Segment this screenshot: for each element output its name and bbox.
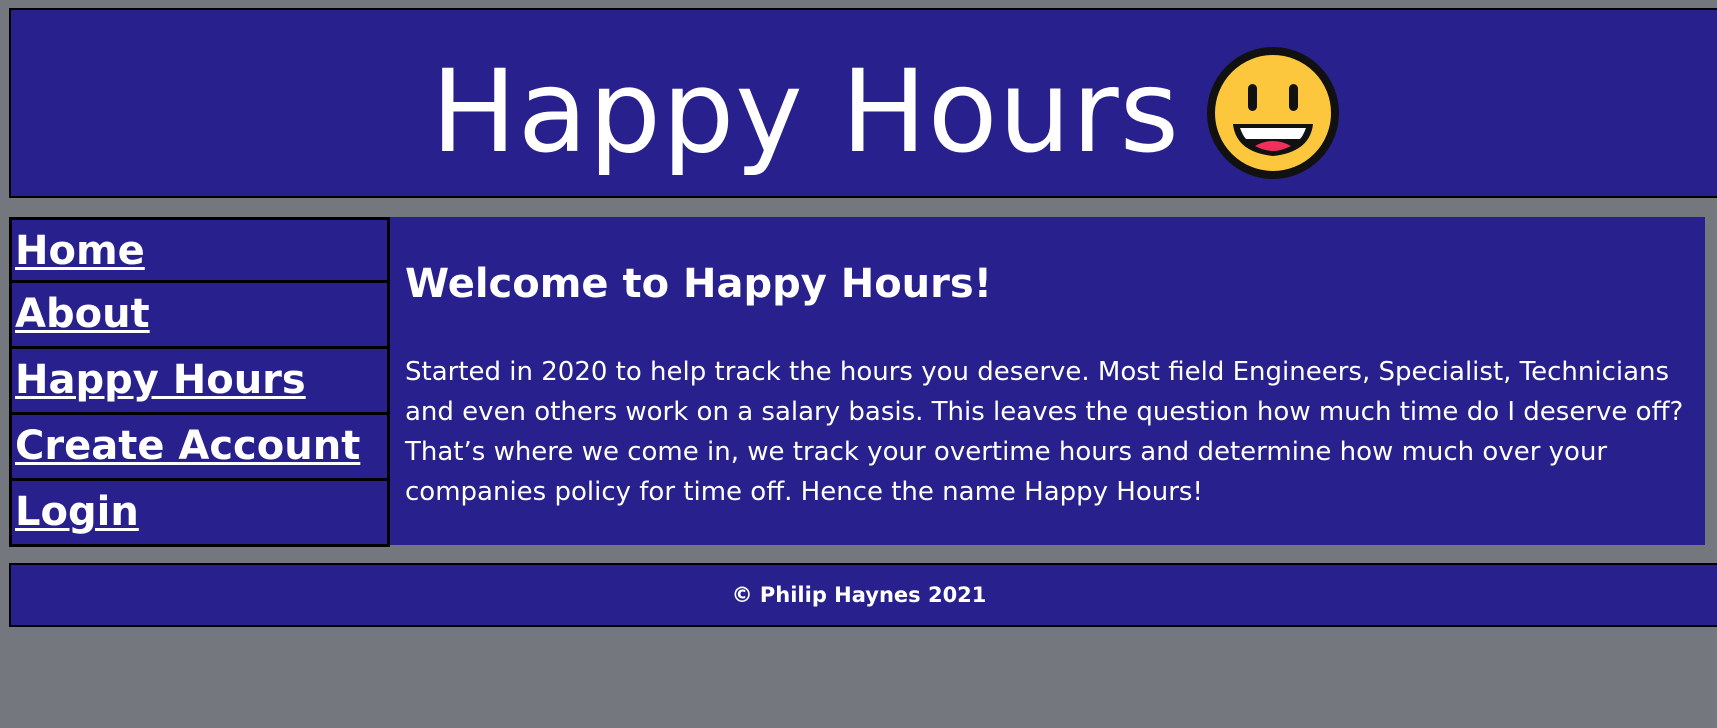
grinning-face-icon <box>1207 47 1339 179</box>
main-navigation: Home About Happy Hours Create Account Lo… <box>9 217 390 547</box>
nav-item-login[interactable]: Login <box>9 481 390 547</box>
nav-link-create-account[interactable]: Create Account <box>15 422 360 470</box>
nav-link-about[interactable]: About <box>15 290 150 338</box>
nav-link-home[interactable]: Home <box>15 227 145 275</box>
nav-link-happy-hours[interactable]: Happy Hours <box>15 356 306 404</box>
main-content: Welcome to Happy Hours! Started in 2020 … <box>390 217 1705 545</box>
site-title: Happy Hours <box>431 45 1180 178</box>
site-header: Happy Hours <box>9 8 1717 198</box>
nav-link-login[interactable]: Login <box>15 488 139 536</box>
copyright-text: © Philip Haynes 2021 <box>731 583 987 607</box>
nav-item-create-account[interactable]: Create Account <box>9 415 390 481</box>
nav-item-happy-hours[interactable]: Happy Hours <box>9 349 390 415</box>
welcome-heading: Welcome to Happy Hours! <box>405 261 992 307</box>
nav-item-about[interactable]: About <box>9 283 390 349</box>
site-footer: © Philip Haynes 2021 <box>9 563 1717 627</box>
nav-item-home[interactable]: Home <box>9 217 390 283</box>
intro-paragraph: Started in 2020 to help track the hours … <box>405 357 1684 507</box>
